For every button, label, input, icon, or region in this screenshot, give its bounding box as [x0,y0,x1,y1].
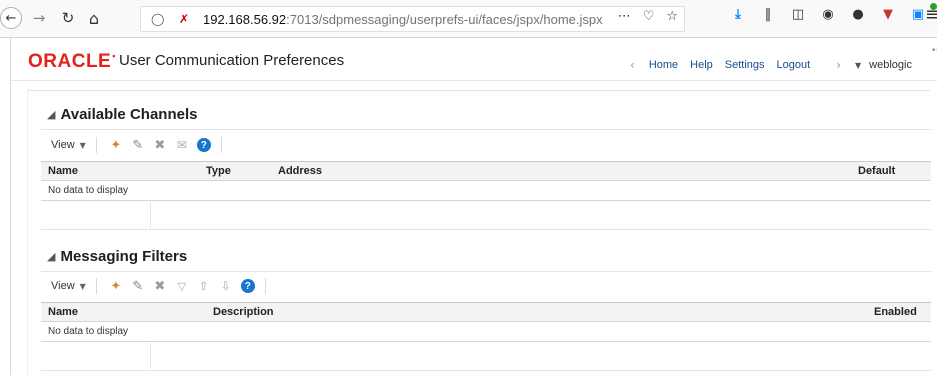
filter-icon[interactable]: ▽ [171,280,193,293]
move-up-icon[interactable]: ⇧ [193,279,215,293]
forward-arrow-icon[interactable]: → [28,7,50,29]
user-menu[interactable]: weblogic [869,59,912,71]
account-icon[interactable]: ◉ [820,7,836,22]
insecure-lock-icon[interactable]: ✗ [179,12,193,26]
col-type[interactable]: Type [206,165,231,177]
library-icon[interactable]: ‖ [760,7,776,22]
bookmark-star-icon[interactable]: ☆ [666,9,678,24]
browser-toolbar: ← → ↻ ⌂ ◯ ✗ 192.168.56.92:7013/sdpmessag… [0,0,937,38]
filters-title: Messaging Filters [60,248,188,265]
view-menu[interactable]: View ▼ [51,139,86,151]
help-icon[interactable]: ? [196,138,211,152]
tracking-shield-icon[interactable]: ◯ [151,12,165,26]
disclose-triangle-icon[interactable]: ◢ [47,108,55,121]
help-link[interactable]: Help [690,59,713,71]
edit-pencil-icon[interactable]: ✎ [127,279,149,294]
col-name[interactable]: Name [48,306,78,318]
channels-toolbar: View ▼ ✦ ✎ ✖ ✉ ? [41,134,931,156]
global-nav: ‹ Home Help Settings Logout › ▼ weblogic [616,58,912,72]
user-menu-caret-icon[interactable]: ▼ [855,61,861,70]
delete-icon[interactable]: ✖ [149,138,171,153]
empty-row: No data to display [41,181,931,201]
page-title: User Communication Preferences [119,52,345,69]
col-enabled[interactable]: Enabled [874,306,917,318]
addon-icon[interactable]: ▣ [910,7,926,22]
back-arrow-icon[interactable]: ← [0,7,22,29]
delete-icon[interactable]: ✖ [149,279,171,294]
reload-icon[interactable]: ↻ [57,7,79,29]
create-icon[interactable]: ✦ [105,279,127,294]
view-caret-icon: ▼ [79,282,86,291]
view-menu[interactable]: View ▼ [51,280,86,292]
view-caret-icon: ▼ [79,141,86,150]
url-host: 192.168.56.92 [203,11,287,27]
empty-message: No data to display [48,326,129,337]
filters-toolbar: View ▼ ✦ ✎ ✖ ▽ ⇧ ⇩ ? [41,275,931,297]
empty-row: No data to display [41,322,931,342]
table-header-row: Name Description Enabled [41,303,931,322]
scroll-left-icon[interactable]: ‹ [630,58,635,72]
extension-icon[interactable]: ● [850,7,866,22]
settings-link[interactable]: Settings [725,59,765,71]
grip-icon: ••• [931,46,937,56]
left-border [10,38,11,375]
column-divider [150,343,151,369]
page-actions-icon[interactable]: ⋯ [618,9,631,24]
pocket-icon[interactable]: ♡ [643,9,655,24]
section-divider [41,229,931,230]
move-down-icon[interactable]: ⇩ [215,279,237,293]
channels-header[interactable]: ◢ Available Channels [47,106,197,123]
update-badge [930,3,937,10]
section-divider [41,129,931,130]
logout-link[interactable]: Logout [777,59,811,71]
channels-table: Name Type Address Default No data to dis… [41,161,931,228]
section-divider [41,370,931,371]
empty-message: No data to display [48,185,129,196]
edit-pencil-icon[interactable]: ✎ [127,138,149,153]
disclose-triangle-icon[interactable]: ◢ [47,250,55,263]
url-path: :7013/sdpmessaging/userprefs-ui/faces/js… [286,11,603,27]
ublock-shield-icon[interactable]: ▼ [880,7,896,22]
scroll-right-icon[interactable]: › [836,58,841,72]
home-icon[interactable]: ⌂ [83,7,105,29]
col-name[interactable]: Name [48,165,78,177]
toolbar-separator [95,278,97,294]
toolbar-end [264,278,266,294]
sidebar-icon[interactable]: ◫ [790,7,806,22]
col-description[interactable]: Description [213,306,274,318]
filters-header[interactable]: ◢ Messaging Filters [47,248,187,265]
help-icon[interactable]: ? [240,279,255,293]
app-header: ORACLE▪ User Communication Preferences ‹… [11,38,937,81]
address-bar[interactable]: ◯ ✗ 192.168.56.92:7013/sdpmessaging/user… [140,6,685,32]
url-text[interactable]: 192.168.56.92:7013/sdpmessaging/userpref… [203,12,603,27]
filters-table: Name Description Enabled No data to disp… [41,302,931,369]
column-divider [150,202,151,228]
home-link[interactable]: Home [649,59,678,71]
section-divider [41,271,931,272]
col-address[interactable]: Address [278,165,322,177]
create-icon[interactable]: ✦ [105,138,127,153]
download-icon[interactable]: ⤓ [730,7,746,22]
toolbar-end [220,137,222,153]
mail-icon[interactable]: ✉ [171,138,193,152]
col-default[interactable]: Default [858,165,895,177]
toolbar-separator [95,137,97,153]
table-header-row: Name Type Address Default [41,162,931,181]
content-panel: ◢ Available Channels View ▼ ✦ ✎ ✖ ✉ ? Nam… [27,90,931,375]
oracle-logo: ORACLE▪ [28,51,116,72]
channels-title: Available Channels [60,106,198,123]
